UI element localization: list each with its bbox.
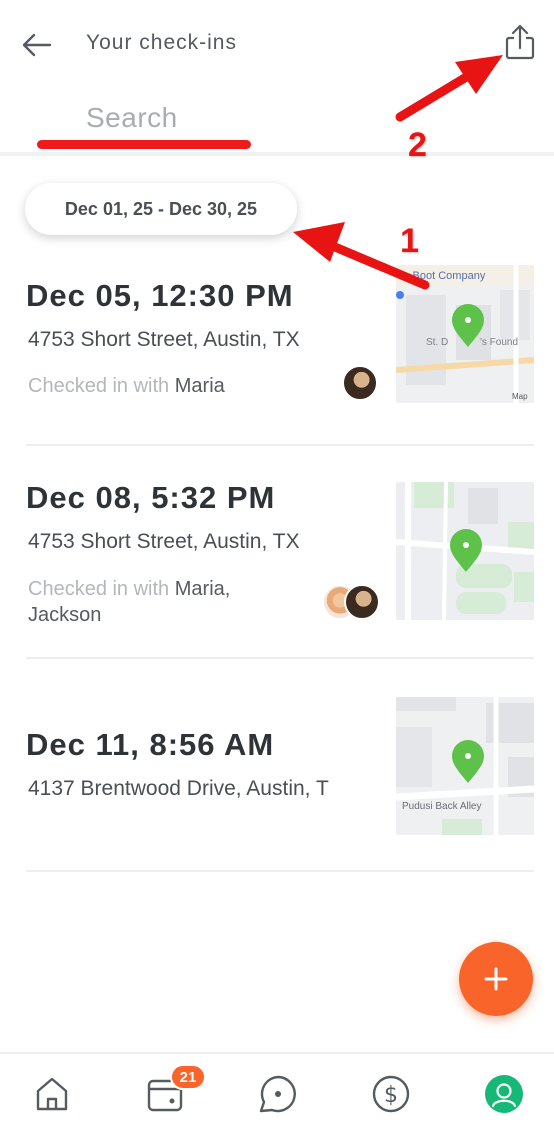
avatar	[344, 584, 380, 620]
profile-icon	[485, 1075, 523, 1113]
page-title: Your check-ins	[86, 31, 237, 54]
back-button[interactable]	[20, 28, 54, 62]
checkin-date: Dec 11, 8:56 AM	[26, 727, 275, 762]
checked-in-with-label: Checked in with	[28, 578, 170, 600]
nav-profile[interactable]	[482, 1072, 526, 1116]
add-checkin-button[interactable]	[459, 942, 533, 1016]
header-divider	[0, 152, 554, 156]
dollar-icon: $	[372, 1075, 410, 1113]
map-thumbnail[interactable]	[396, 482, 534, 620]
map-label: s Boot Company	[404, 270, 486, 282]
search-underline-highlight	[37, 140, 251, 149]
map-thumbnail[interactable]: Pudusi Back Alley	[396, 697, 534, 835]
checkin-date: Dec 08, 5:32 PM	[26, 480, 276, 515]
checkin-address: 4753 Short Street, Austin, TX	[28, 530, 300, 553]
avatar-group	[322, 584, 380, 620]
home-icon	[36, 1077, 68, 1111]
avatar	[342, 365, 378, 401]
map-thumbnail[interactable]: s Boot Company St. D 's Found Map	[396, 265, 534, 403]
bottom-nav: 21 $	[0, 1052, 554, 1132]
nav-payments[interactable]: $	[369, 1072, 413, 1116]
checkin-item[interactable]: Dec 05, 12:30 PM 4753 Short Street, Aust…	[0, 240, 554, 446]
checkin-date: Dec 05, 12:30 PM	[26, 278, 294, 313]
arrow-left-icon	[22, 33, 52, 57]
svg-text:$: $	[384, 1083, 398, 1108]
nav-home[interactable]	[30, 1072, 74, 1116]
checked-in-with-label: Checked in with	[28, 375, 170, 397]
map-label: Pudusi Back Alley	[402, 801, 482, 812]
plus-icon	[484, 967, 508, 991]
map-attribution: Map	[512, 392, 528, 401]
share-button[interactable]	[500, 22, 540, 62]
chat-icon	[259, 1075, 296, 1113]
nav-chat[interactable]	[256, 1072, 300, 1116]
date-range-filter[interactable]: Dec 01, 25 - Dec 30, 25	[25, 183, 297, 235]
checkin-address: 4137 Brentwood Drive, Austin, T	[28, 777, 329, 800]
checkin-item[interactable]: Dec 11, 8:56 AM 4137 Brentwood Drive, Au…	[0, 659, 554, 871]
map-label: St. D	[426, 337, 448, 348]
row-divider	[26, 870, 534, 872]
header: Your check-ins	[0, 0, 554, 90]
annotation-label-1: 1	[400, 222, 419, 260]
checked-in-with: Checked in with Maria	[28, 373, 288, 399]
share-icon	[505, 24, 535, 60]
map-label: 's Found	[480, 337, 518, 348]
annotation-label-2: 2	[408, 126, 427, 164]
avatar-group	[342, 365, 378, 401]
checked-in-with: Checked in with Maria, Jackson	[28, 576, 288, 628]
checkin-address: 4753 Short Street, Austin, TX	[28, 328, 300, 351]
calendar-badge: 21	[170, 1064, 206, 1090]
checkin-item[interactable]: Dec 08, 5:32 PM 4753 Short Street, Austi…	[0, 446, 554, 658]
checked-in-with-names: Maria	[174, 375, 225, 397]
search-input[interactable]	[86, 98, 506, 138]
